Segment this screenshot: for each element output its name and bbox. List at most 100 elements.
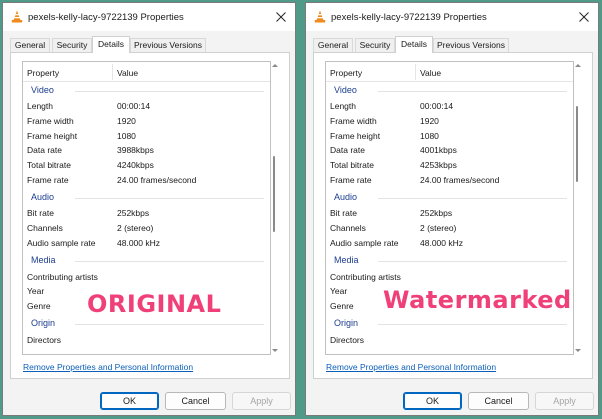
property-name: Frame height [330,131,381,141]
scrollbar-thumb[interactable] [576,106,578,182]
table-row[interactable]: Length 00:00:14 [326,99,573,113]
property-name: Length [27,101,53,111]
property-value: 252kbps [117,208,150,218]
column-header-value[interactable]: Value [117,68,138,78]
table-row[interactable]: Bit rate 252kbps [326,206,573,220]
remove-properties-link[interactable]: Remove Properties and Personal Informati… [326,362,496,372]
tab-security[interactable]: Security [52,38,92,52]
scroll-down-icon[interactable] [272,349,278,352]
property-name: Length [330,101,356,111]
column-header-property[interactable]: Property [27,68,59,78]
group-label: Origin [31,318,56,328]
tab-strip: General Security Details Previous Versio… [10,36,288,53]
close-button[interactable] [570,3,598,31]
table-row[interactable]: Audio sample rate 48.000 kHz [326,236,573,250]
column-separator[interactable] [415,64,416,80]
scroll-up-icon[interactable] [272,64,278,67]
table-row[interactable]: Contributing artists [326,270,573,284]
property-value: 4001kbps [420,145,457,155]
property-name: Data rate [27,145,62,155]
property-name: Bit rate [330,208,357,218]
table-row[interactable]: Frame width 1920 [23,114,270,128]
table-row[interactable]: Directors [23,333,270,347]
group-origin[interactable]: Origin [23,317,270,331]
table-row[interactable]: Frame width 1920 [326,114,573,128]
column-separator[interactable] [112,64,113,80]
property-value: 3988kbps [117,145,154,155]
window-title: pexels-kelly-lacy-9722139 Properties [331,12,487,23]
close-button[interactable] [267,3,295,31]
title-bar[interactable]: pexels-kelly-lacy-9722139 Properties [3,3,295,31]
group-audio[interactable]: Audio [23,191,270,205]
table-row[interactable]: Data rate 4001kbps [326,143,573,157]
window-title: pexels-kelly-lacy-9722139 Properties [28,12,184,23]
property-name: Frame rate [27,175,69,185]
tab-details[interactable]: Details [92,36,130,53]
table-row[interactable]: Total bitrate 4240kbps [23,158,270,172]
group-audio[interactable]: Audio [326,191,573,205]
table-row[interactable]: Bit rate 252kbps [23,206,270,220]
group-divider [378,198,567,199]
group-origin[interactable]: Origin [326,317,573,331]
watermarked-label: Watermarked [383,286,572,314]
table-row[interactable]: Total bitrate 4253kbps [326,158,573,172]
group-divider [75,198,264,199]
vertical-scrollbar[interactable] [574,62,581,354]
tab-general[interactable]: General [10,38,50,52]
cancel-button[interactable]: Cancel [468,392,529,410]
column-header-property[interactable]: Property [330,68,362,78]
property-value: 4240kbps [117,160,154,170]
table-row[interactable]: Channels 2 (stereo) [326,221,573,235]
tab-details[interactable]: Details [395,36,433,53]
group-media[interactable]: Media [23,254,270,268]
table-row[interactable]: Frame height 1080 [23,129,270,143]
table-row[interactable]: Audio sample rate 48.000 kHz [23,236,270,250]
property-value: 48.000 kHz [117,238,160,248]
group-video[interactable]: Video [23,84,270,98]
group-label: Audio [31,192,55,202]
original-label: ORIGINAL [87,290,222,318]
tab-previous-versions[interactable]: Previous Versions [433,38,509,52]
ok-button[interactable]: OK [100,392,159,410]
property-name: Contributing artists [330,272,401,282]
property-name: Genre [27,301,51,311]
apply-button[interactable]: Apply [232,392,291,410]
property-value: 2 (stereo) [117,223,154,233]
ok-button[interactable]: OK [403,392,462,410]
scrollbar-thumb[interactable] [273,156,275,232]
property-name: Bit rate [27,208,54,218]
title-bar[interactable]: pexels-kelly-lacy-9722139 Properties [306,3,598,31]
tab-security[interactable]: Security [355,38,395,52]
scroll-up-icon[interactable] [575,64,581,67]
table-row[interactable]: Frame rate 24.00 frames/second [23,173,270,187]
group-divider [378,261,567,262]
property-name: Year [27,286,45,296]
table-row[interactable]: Length 00:00:14 [23,99,270,113]
property-value: 00:00:14 [420,101,454,111]
group-divider [75,261,264,262]
apply-button[interactable]: Apply [535,392,594,410]
property-value: 1080 [117,131,136,141]
table-row[interactable]: Directors [326,333,573,347]
remove-properties-link[interactable]: Remove Properties and Personal Informati… [23,362,193,372]
vertical-scrollbar[interactable] [271,62,278,354]
tab-general[interactable]: General [313,38,353,52]
scroll-down-icon[interactable] [575,349,581,352]
group-divider [75,91,264,92]
table-row[interactable]: Frame rate 24.00 frames/second [326,173,573,187]
cancel-button[interactable]: Cancel [165,392,226,410]
table-row[interactable]: Data rate 3988kbps [23,143,270,157]
property-value: 24.00 frames/second [117,175,197,185]
property-name: Frame height [27,131,78,141]
column-header-value[interactable]: Value [420,68,441,78]
property-name: Channels [330,223,366,233]
table-row[interactable]: Channels 2 (stereo) [23,221,270,235]
group-media[interactable]: Media [326,254,573,268]
group-video[interactable]: Video [326,84,573,98]
table-row[interactable]: Contributing artists [23,270,270,284]
details-panel: Property Value Video Length 00:00:14 Fra… [10,52,290,379]
tab-previous-versions[interactable]: Previous Versions [130,38,206,52]
group-divider [75,324,264,325]
property-name: Year [330,286,348,296]
table-row[interactable]: Frame height 1080 [326,129,573,143]
